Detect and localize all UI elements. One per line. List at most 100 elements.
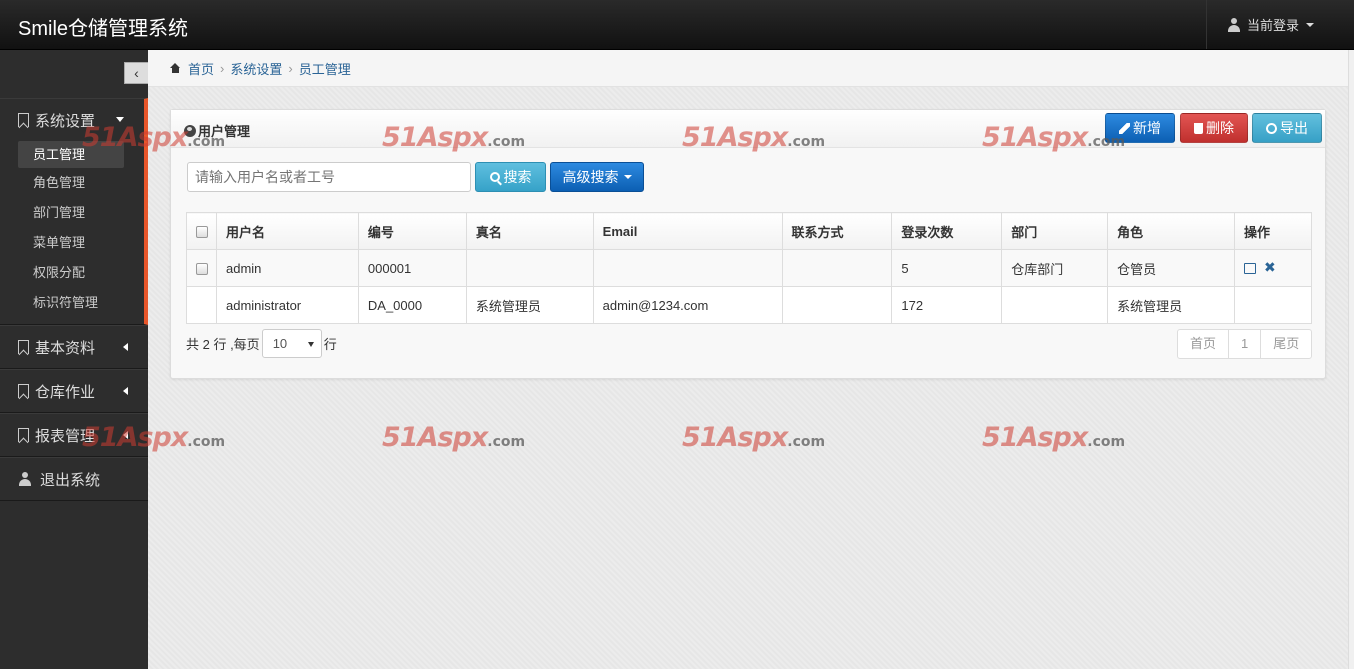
row-select-cell [186,249,217,287]
cell-code: DA_0000 [357,286,467,324]
cell-code: 000001 [357,249,467,287]
bookmark-icon [18,428,29,442]
page-number[interactable]: 1 [1229,330,1262,358]
pencil-icon [1119,122,1130,134]
user-menu[interactable]: 当前登录 [1206,0,1334,49]
cell-contact [781,249,893,287]
cell-logins: 5 [891,249,1003,287]
panel-header: 用户管理 新增 删除 导出 [171,110,1325,148]
sidebar-item-label: 报表管理 [35,427,96,445]
rows-suffix: 行 [323,336,337,352]
sidebar-section-report: 报表管理 [0,413,148,457]
select-all-checkbox[interactable] [196,226,208,239]
sidebar-section-logout: 退出系统 [0,457,148,501]
select-all-cell [186,212,217,250]
top-navbar: Smile仓储管理系统 当前登录 [0,0,1354,50]
table-row[interactable]: admin 000001 5 仓库部门 仓管员 ✖ [186,249,1312,287]
sidebar-item-menu[interactable]: 菜单管理 [0,228,144,258]
add-button[interactable]: 新增 [1105,113,1175,143]
cell-role: 仓管员 [1107,249,1235,287]
table-row[interactable]: administrator DA_0000 系统管理员 admin@1234.c… [186,286,1312,324]
table-header-row: 用户名 编号 真名 Email 联系方式 登录次数 部门 角色 操作 [186,212,1312,250]
cell-email: admin@1234.com [592,286,783,324]
column-header[interactable]: 编号 [357,212,467,250]
sidebar-item-role[interactable]: 角色管理 [0,168,144,198]
column-header[interactable]: 角色 [1107,212,1235,250]
search-icon [489,172,500,182]
last-page-button[interactable]: 尾页 [1261,330,1311,358]
delete-button[interactable]: 删除 [1180,113,1248,143]
sidebar-section-basic: 基本资料 [0,325,148,369]
home-icon [170,63,181,73]
cell-dept: 仓库部门 [1001,249,1109,287]
cell-actions [1234,286,1312,324]
bookmark-icon [18,113,29,127]
cell-actions: ✖ [1234,249,1312,287]
cell-dept [1001,286,1109,324]
sidebar-item-permission[interactable]: 权限分配 [0,258,144,288]
page-scrollbar[interactable] [1348,50,1354,669]
edit-icon[interactable] [1244,262,1256,274]
sidebar-collapse-button[interactable]: ‹ [124,62,148,84]
sidebar-item-label: 基本资料 [35,339,96,357]
sidebar-item-identifier[interactable]: 标识符管理 [0,288,144,318]
cell-role: 系统管理员 [1107,286,1235,324]
user-management-panel: 用户管理 新增 删除 导出 搜索 高级搜索 [170,109,1326,379]
search-input[interactable] [187,162,471,192]
first-page-button[interactable]: 首页 [1178,330,1230,358]
close-icon[interactable]: ✖ [1264,260,1276,276]
user-icon [1227,17,1241,32]
cell-realname: 系统管理员 [465,286,594,324]
main-content: 首页 › 系统设置 › 员工管理 用户管理 新增 删除 导出 请输入用户名或者工… [148,50,1348,669]
add-button-label: 新增 [1133,120,1161,136]
bookmark-icon [18,340,29,354]
cell-logins: 172 [891,286,1003,324]
chevron-down-icon [1306,22,1314,27]
sidebar: ‹ 系统设置 员工管理 角色管理 部门管理 菜单管理 权限分配 标识符管理 基本… [0,50,148,669]
chevron-down-icon [623,175,632,179]
row-checkbox[interactable] [196,263,208,276]
sidebar-item-logout[interactable]: 退出系统 [0,458,148,500]
sidebar-item-basic-data[interactable]: 基本资料 [0,326,148,368]
column-header[interactable]: 用户名 [215,212,359,250]
breadcrumb-separator: › [288,60,293,76]
breadcrumb-system-settings[interactable]: 系统设置 [230,59,282,78]
breadcrumb: 首页 › 系统设置 › 员工管理 [148,50,1348,87]
advanced-search-button[interactable]: 高级搜索 [550,162,644,192]
advanced-search-label: 高级搜索 [562,169,619,185]
pager: 首页 1 尾页 [1177,329,1313,359]
column-header[interactable]: 联系方式 [781,212,893,250]
sidebar-item-report[interactable]: 报表管理 [0,414,148,456]
breadcrumb-employee[interactable]: 员工管理 [299,59,351,78]
sidebar-item-label: 退出系统 [40,471,101,489]
search-button-label: 搜索 [503,169,532,185]
panel-title-text: 用户管理 [198,124,251,139]
sidebar-menu: 系统设置 员工管理 角色管理 部门管理 菜单管理 权限分配 标识符管理 基本资料 [0,98,148,501]
export-button[interactable]: 导出 [1252,113,1322,143]
user-menu-label: 当前登录 [1246,18,1299,33]
cell-contact [781,286,893,324]
trash-icon [1194,122,1203,134]
column-header[interactable]: 真名 [465,212,594,250]
cell-realname [465,249,594,287]
sidebar-item-department[interactable]: 部门管理 [0,198,144,228]
page-size-select[interactable]: 10 [261,328,322,358]
search-button[interactable]: 搜索 [475,162,546,192]
sidebar-item-label: 系统设置 [35,112,96,130]
chevron-left-icon [123,387,128,395]
submenu: 员工管理 角色管理 部门管理 菜单管理 权限分配 标识符管理 [0,141,144,324]
column-header[interactable]: Email [592,212,783,250]
sidebar-item-employee[interactable]: 员工管理 [18,141,124,168]
app-title: Smile仓储管理系统 [18,18,189,40]
chevron-down-icon [116,117,124,122]
breadcrumb-home[interactable]: 首页 [188,59,214,78]
row-select-cell [186,286,217,324]
sidebar-item-warehouse[interactable]: 仓库作业 [0,370,148,412]
column-header[interactable]: 登录次数 [891,212,1003,250]
sidebar-item-system-settings[interactable]: 系统设置 [0,99,144,141]
chevron-left-icon [123,343,128,351]
cell-username: administrator [215,286,359,324]
pagination-info: 共 2 行 ,每页 10 行 [186,328,337,358]
column-header[interactable]: 部门 [1001,212,1109,250]
delete-button-label: 删除 [1206,120,1234,136]
